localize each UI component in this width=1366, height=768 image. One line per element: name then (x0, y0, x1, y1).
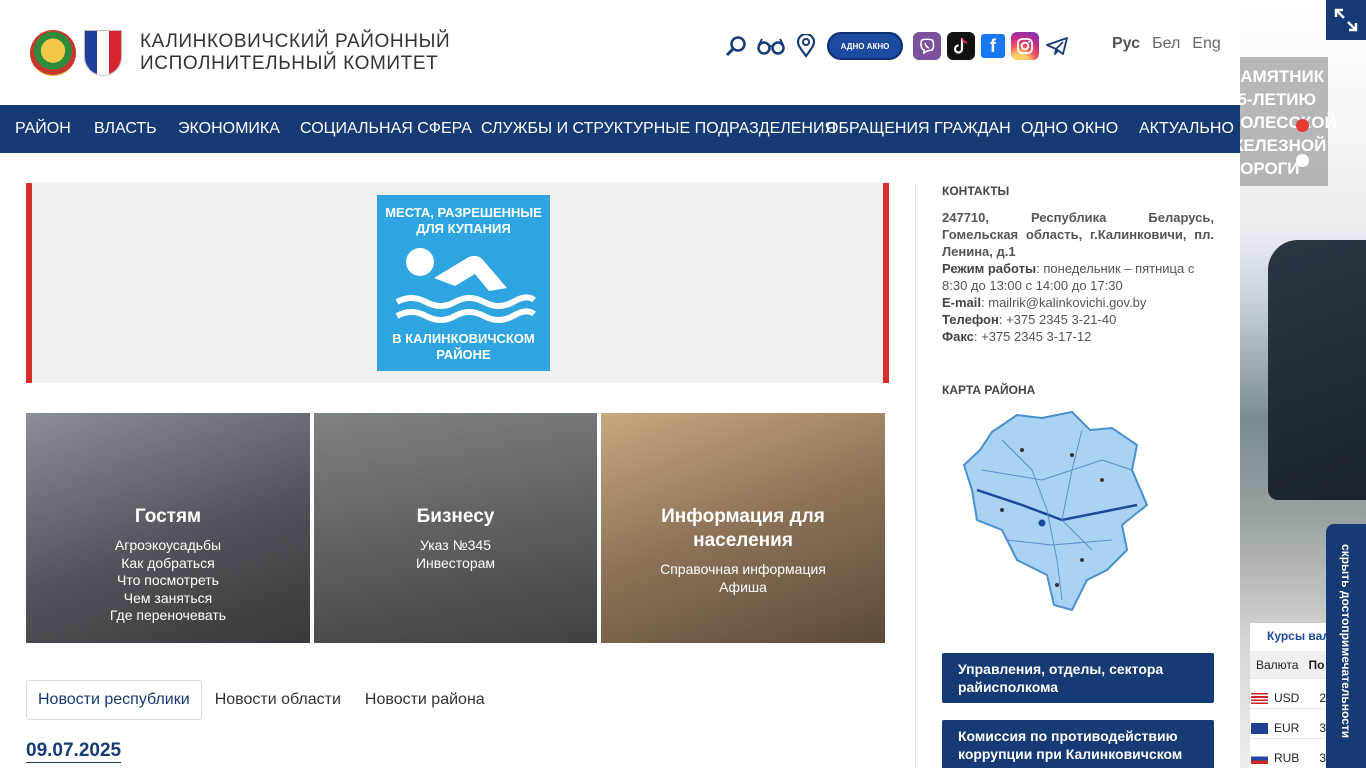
coat-of-arms-icon[interactable] (84, 30, 122, 76)
adnoakno-logo[interactable]: АДНО АКНО (827, 32, 903, 60)
promo-banner: МЕСТА, РАЗРЕШЕННЫЕ ДЛЯ КУПАНИЯ В КАЛИНКО… (26, 183, 889, 383)
swimmer-icon (395, 248, 536, 323)
news-tabs: Новости республики Новости области Новос… (26, 680, 498, 720)
rate-value: 3 (1319, 721, 1326, 735)
district-map[interactable] (962, 410, 1148, 615)
phone-label: Телефон (942, 312, 999, 327)
slider-caption-line: ЖЕЛЕЗНОЙ (1240, 136, 1327, 155)
card-link[interactable]: Что посмотреть (26, 572, 310, 590)
card-link[interactable]: Инвесторам (314, 555, 597, 573)
card-link[interactable]: Афиша (631, 579, 855, 597)
exchange-rates-widget: Курсы валют Валюта По USD 2 EUR 3 RUB 3 (1250, 623, 1346, 768)
site-title[interactable]: КАЛИНКОВИЧСКИЙ РАЙОННЫЙ ИСПОЛНИТЕЛЬНЫЙ К… (140, 31, 460, 75)
tab-region-news[interactable]: Новости области (204, 681, 352, 719)
fax-value: : +375 2345 3-17-12 (973, 329, 1092, 344)
main-nav: РАЙОН ВЛАСТЬ ЭКОНОМИКА СОЦИАЛЬНАЯ СФЕРА … (0, 105, 1240, 153)
rate-value: 2 (1319, 691, 1326, 705)
rate-value: 3 (1319, 751, 1326, 765)
site-title-line1: КАЛИНКОВИЧСКИЙ РАЙОННЫЙ (140, 31, 451, 52)
hours-label: Режим работы (942, 261, 1037, 276)
fax-label: Факс (942, 329, 974, 344)
ru-flag-icon (1251, 752, 1268, 764)
slider-caption: ПАМЯТНИК 75-ЛЕТИЮ ПОЛЕССКОЙ ЖЕЛЕЗНОЙ ДОРОГИ (1240, 65, 1337, 180)
sidebar-divider (915, 183, 916, 768)
slider-caption-line: ПОЛЕССКОЙ (1240, 113, 1337, 132)
phone-value[interactable]: : +375 2345 3-21-40 (999, 312, 1116, 327)
viber-icon[interactable] (913, 32, 941, 60)
rates-header: Валюта По (1250, 651, 1326, 678)
card-link[interactable]: Агроэкоусадьбы (26, 537, 310, 555)
contacts-block: 247710, Республика Беларусь, Гомельская … (942, 209, 1214, 345)
card-link[interactable]: Указ №345 (314, 537, 597, 555)
nav-vlast[interactable]: ВЛАСТЬ (94, 120, 157, 138)
contacts-title: КОНТАКТЫ (942, 184, 1010, 198)
rate-code: EUR (1273, 721, 1300, 735)
banner-top-text: МЕСТА, РАЗРЕШЕННЫЕ ДЛЯ КУПАНИЯ (385, 205, 542, 236)
nav-rayon[interactable]: РАЙОН (15, 120, 71, 138)
rate-code: RUB (1273, 751, 1300, 765)
hide-attractions-button[interactable]: скрыть достопримечательности (1326, 524, 1366, 768)
eu-flag-icon (1251, 722, 1268, 734)
email-value[interactable]: : mailrik@kalinkovichi.gov.by (981, 295, 1146, 310)
rates-col-buy: По (1308, 658, 1325, 672)
expand-icon[interactable] (1326, 0, 1366, 40)
nav-economy[interactable]: ЭКОНОМИКА (178, 120, 280, 138)
card-link[interactable]: Чем заняться (26, 590, 310, 608)
telegram-icon[interactable] (1045, 34, 1069, 58)
swimming-places-banner[interactable]: МЕСТА, РАЗРЕШЕННЫЕ ДЛЯ КУПАНИЯ В КАЛИНКО… (377, 195, 550, 371)
anticorruption-button[interactable]: Комиссия по противодействию коррупции пр… (942, 720, 1214, 768)
card-link[interactable]: Как добраться (26, 555, 310, 573)
rate-row: USD 2 (1250, 678, 1326, 708)
banner-bottom-text: В КАЛИНКОВИЧСКОМ РАЙОНЕ (392, 331, 535, 362)
card-title: Бизнесу (416, 506, 495, 527)
tab-district-news[interactable]: Новости района (354, 681, 496, 719)
lang-ru[interactable]: Рус (1112, 35, 1140, 53)
header-tools: АДНО АКНО f (724, 30, 1078, 62)
card-population[interactable]: Информация для населения Справочная инфо… (601, 413, 885, 643)
slider-caption-line: 75-ЛЕТИЮ (1240, 90, 1316, 109)
site-header: КАЛИНКОВИЧСКИЙ РАЙОННЫЙ ИСПОЛНИТЕЛЬНЫЙ К… (0, 0, 1240, 105)
address: 247710, Республика Беларусь, Гомельская … (942, 210, 1214, 259)
nav-actual[interactable]: АКТУАЛЬНО (1139, 120, 1234, 138)
nav-services[interactable]: СЛУЖБЫ И СТРУКТУРНЫЕ ПОДРАЗДЕЛЕНИЯ (481, 120, 836, 138)
slider-dot[interactable] (1296, 154, 1309, 167)
card-title: Информация для населения (661, 506, 825, 551)
card-link[interactable]: Справочная информация (631, 561, 855, 579)
nav-appeals[interactable]: ОБРАЩЕНИЯ ГРАЖДАН (826, 120, 1011, 138)
tab-republic-news[interactable]: Новости республики (26, 680, 202, 720)
rate-row: EUR 3 (1250, 708, 1326, 738)
slider-dot-active[interactable] (1296, 119, 1309, 132)
site-title-line2: ИСПОЛНИТЕЛЬНЫЙ КОМИТЕТ (140, 53, 439, 74)
locomotive-photo (1268, 240, 1366, 500)
nav-one-window[interactable]: ОДНО ОКНО (1021, 120, 1118, 138)
news-date[interactable]: 09.07.2025 (26, 740, 122, 763)
card-title: Гостям (134, 506, 202, 527)
attraction-slider: ПАМЯТНИК75-ЛЕТИЮПОЛЕССКОЙЖЕЛЕЗНОЙДОРОГИ … (1240, 0, 1366, 768)
lang-by[interactable]: Бел (1152, 35, 1180, 53)
card-business[interactable]: Бизнесу Указ №345 Инвесторам (314, 413, 597, 643)
glasses-icon[interactable] (757, 34, 785, 58)
slider-caption-line: ПАМЯТНИК (1240, 67, 1325, 86)
card-guests[interactable]: Гостям Агроэкоусадьбы Как добраться Что … (26, 413, 310, 643)
slider-caption-line: ДОРОГИ (1240, 159, 1300, 178)
lang-en[interactable]: Eng (1192, 35, 1220, 53)
rates-col-currency: Валюта (1256, 658, 1299, 672)
email-label: E-mail (942, 295, 982, 310)
us-flag-icon (1251, 692, 1268, 704)
language-switcher: Рус Бел Eng (1112, 35, 1221, 53)
tiktok-icon[interactable] (947, 32, 975, 60)
rate-row: RUB 3 (1250, 738, 1326, 768)
belarus-emblem-icon[interactable] (30, 30, 76, 76)
map-pin-icon[interactable] (794, 34, 818, 58)
nav-social[interactable]: СОЦИАЛЬНАЯ СФЕРА (300, 120, 472, 138)
departments-button[interactable]: Управления, отделы, сектора райисполкома (942, 653, 1214, 703)
rate-code: USD (1273, 691, 1300, 705)
rates-title: Курсы валют (1267, 629, 1346, 643)
card-link[interactable]: Где переночевать (26, 607, 310, 625)
facebook-icon[interactable]: f (981, 34, 1005, 58)
map-title: КАРТА РАЙОНА (942, 383, 1036, 397)
search-icon[interactable] (724, 34, 748, 58)
instagram-icon[interactable] (1011, 32, 1039, 60)
slider-caption-box[interactable]: ПАМЯТНИК 75-ЛЕТИЮ ПОЛЕССКОЙ ЖЕЛЕЗНОЙ ДОРОГИ (1240, 57, 1337, 186)
